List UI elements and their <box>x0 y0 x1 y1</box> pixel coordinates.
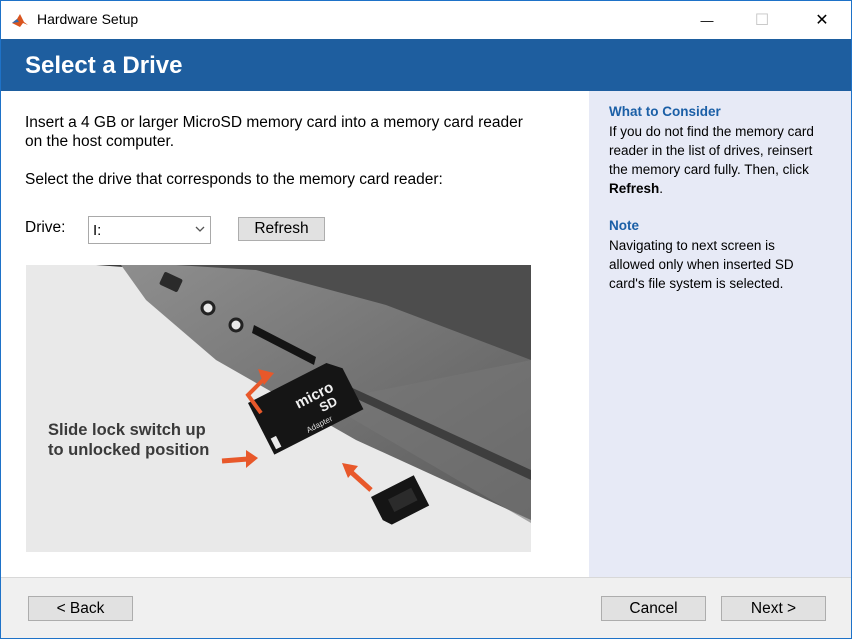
what-to-consider-heading: What to Consider <box>609 104 721 119</box>
what-to-consider-text: If you do not find the memory card reade… <box>609 122 839 198</box>
instruction-line-1: Insert a 4 GB or larger MicroSD memory c… <box>25 114 523 131</box>
refresh-emphasis: Refresh <box>609 181 660 196</box>
page-title: Select a Drive <box>25 52 183 79</box>
refresh-button[interactable]: Refresh <box>238 217 325 241</box>
sd-card-insertion-image: micro SD Adapter Slide lock switch up to… <box>26 265 531 552</box>
cancel-button[interactable]: Cancel <box>601 596 706 621</box>
close-button[interactable]: ✕ <box>799 1 845 39</box>
next-button[interactable]: Next > <box>721 596 826 621</box>
micro-sd-card <box>371 475 430 525</box>
consider-line-1: If you do not find the memory card <box>609 124 814 139</box>
audio-jack-2 <box>228 317 244 333</box>
page-header: Select a Drive <box>1 39 851 91</box>
minimize-button[interactable]: — <box>684 1 730 39</box>
image-caption: Slide lock switch up to unlocked positio… <box>48 420 209 460</box>
note-heading: Note <box>609 218 639 233</box>
title-bar: Hardware Setup — ☐ ✕ <box>1 1 851 39</box>
window-title: Hardware Setup <box>37 11 139 27</box>
note-line-3: card's file system is selected. <box>609 276 784 291</box>
drive-dropdown[interactable]: I: <box>88 216 211 244</box>
select-instruction: Select the drive that corresponds to the… <box>25 171 443 188</box>
consider-line-2: reader in the list of drives, reinsert <box>609 143 813 158</box>
note-line-1: Navigating to next screen is <box>609 238 775 253</box>
caption-line-2: to unlocked position <box>48 441 210 459</box>
drive-selected-value: I: <box>93 222 102 239</box>
dialog-footer: < Back Cancel Next > <box>1 577 851 638</box>
arrow-right-icon <box>221 450 258 468</box>
close-icon: ✕ <box>815 12 829 29</box>
laptop-sd-slot-illustration: micro SD Adapter <box>96 265 531 525</box>
consider-line-4: Refresh. <box>609 179 839 198</box>
drive-label: Drive: <box>25 219 66 236</box>
maximize-icon: ☐ <box>754 12 770 29</box>
consider-line-3: the memory card fully. Then, click <box>609 162 809 177</box>
hardware-setup-window: Hardware Setup — ☐ ✕ Select a Drive Inse… <box>0 0 852 639</box>
caption-line-1: Slide lock switch up <box>48 421 206 439</box>
note-line-2: allowed only when inserted SD <box>609 257 794 272</box>
chevron-down-icon <box>195 226 205 232</box>
help-side-panel: What to Consider If you do not find the … <box>589 91 851 577</box>
note-text: Navigating to next screen is allowed onl… <box>609 236 839 293</box>
maximize-button[interactable]: ☐ <box>739 1 785 39</box>
audio-jack-1 <box>200 300 216 316</box>
main-content: Insert a 4 GB or larger MicroSD memory c… <box>1 91 589 577</box>
minimize-icon: — <box>700 12 714 28</box>
matlab-logo-icon <box>11 11 29 29</box>
consider-end: . <box>659 181 664 196</box>
arrow-insert-icon <box>342 463 373 492</box>
instruction-line-2: on the host computer. <box>25 133 175 150</box>
back-button[interactable]: < Back <box>28 596 133 621</box>
